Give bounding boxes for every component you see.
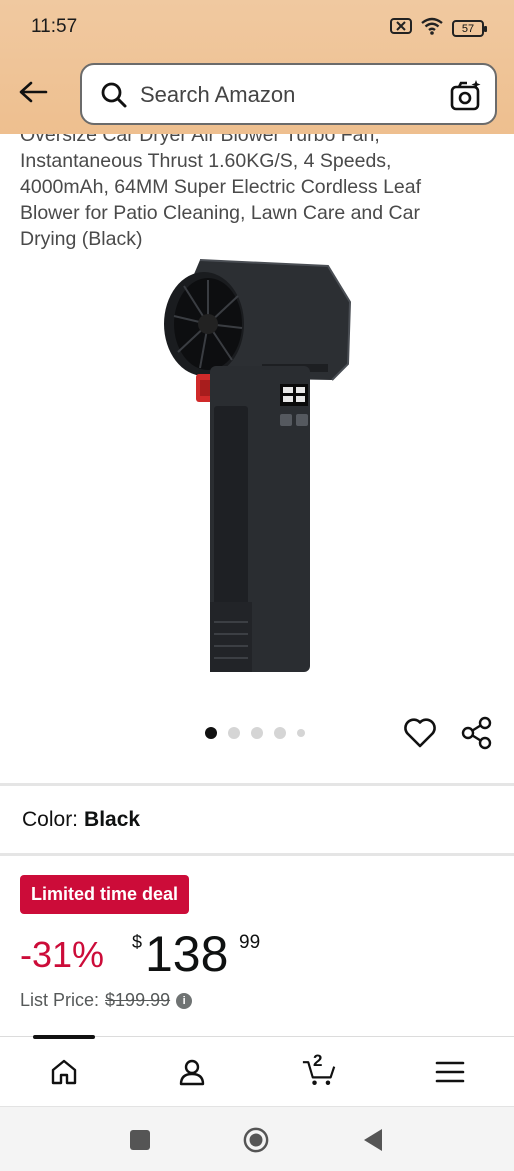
recents-button[interactable]: [127, 1127, 153, 1153]
status-time: 11:57: [31, 16, 78, 37]
search-input[interactable]: Search Amazon: [140, 82, 295, 108]
home-icon[interactable]: [47, 1055, 81, 1089]
carousel-dot[interactable]: [251, 727, 263, 739]
status-icons: 57: [390, 17, 487, 40]
color-selector[interactable]: Color: Black: [22, 808, 140, 832]
back-button[interactable]: [360, 1127, 386, 1153]
bottom-nav: 2: [0, 1035, 514, 1106]
carousel-dot[interactable]: [205, 727, 217, 739]
battery-icon: 57: [452, 20, 487, 37]
section-divider: [0, 783, 514, 786]
app-header: 11:57 57 Search Amazon: [0, 0, 514, 134]
heart-icon[interactable]: [403, 717, 437, 754]
search-box[interactable]: Search Amazon: [80, 63, 497, 125]
system-nav-bar: [0, 1106, 514, 1171]
image-carousel-dots[interactable]: [205, 727, 305, 739]
carousel-dot[interactable]: [297, 729, 305, 737]
sim-off-icon: [390, 17, 412, 40]
status-bar: 11:57 57: [0, 0, 514, 55]
deal-badge: Limited time deal: [20, 875, 190, 914]
product-image[interactable]: [150, 256, 370, 676]
discount-percent: -31%: [20, 934, 105, 975]
carousel-dot[interactable]: [228, 727, 240, 739]
back-arrow-icon[interactable]: [16, 75, 50, 109]
menu-icon[interactable]: [433, 1055, 467, 1089]
home-button[interactable]: [243, 1127, 269, 1153]
wifi-icon: [420, 17, 444, 40]
price-fraction: 99: [239, 932, 261, 953]
product-title: Oversize Car Dryer Air Blower Turbo Fan,…: [20, 124, 422, 250]
list-price-value: $199.99: [105, 990, 171, 1010]
color-value: Black: [84, 808, 141, 831]
share-icon[interactable]: [461, 716, 493, 755]
list-price: List Price: $199.99 i: [20, 990, 193, 1011]
search-icon: [100, 81, 128, 114]
cart-count-badge: 2: [313, 1051, 323, 1070]
list-price-label: List Price:: [20, 990, 100, 1010]
color-label: Color:: [22, 808, 79, 831]
carousel-dot[interactable]: [274, 727, 286, 739]
price-currency: $: [132, 932, 143, 952]
section-divider: [0, 853, 514, 856]
account-icon[interactable]: [175, 1055, 209, 1089]
info-icon[interactable]: i: [176, 992, 193, 1009]
camera-search-icon[interactable]: [449, 79, 483, 118]
price-whole: 138: [145, 926, 229, 982]
active-tab-indicator: [33, 1035, 95, 1039]
